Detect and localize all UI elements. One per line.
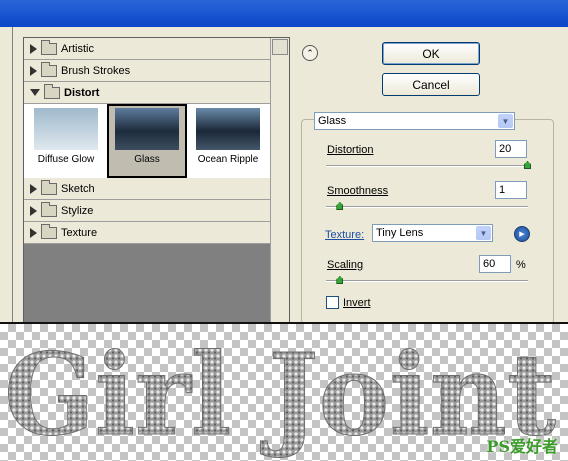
window-title-bar (0, 0, 568, 27)
smoothness-label: Smoothness (327, 185, 389, 197)
expand-triangle-icon (30, 183, 37, 194)
folder-icon (41, 201, 57, 217)
chevrons-up-icon: ⌃ (306, 47, 314, 58)
thumbnail-label: Ocean Ripple (197, 154, 259, 165)
category-label: Sketch (61, 182, 95, 195)
category-label: Brush Strokes (61, 64, 131, 77)
thumbnail-glass[interactable]: Glass (107, 104, 187, 178)
category-brush-strokes[interactable]: Brush Strokes (24, 60, 270, 82)
texture-menu-button[interactable]: ▶ (514, 226, 530, 242)
folder-icon (41, 61, 57, 77)
thumbnail-image (196, 108, 260, 150)
collapse-triangle-icon (30, 89, 40, 96)
scaling-unit: % (516, 259, 526, 271)
category-label: Stylize (61, 204, 94, 217)
folder-icon (41, 39, 57, 55)
play-arrow-icon: ▶ (519, 231, 525, 238)
invert-checkbox[interactable] (326, 296, 339, 309)
thumbnail-image (115, 108, 179, 150)
dropdown-arrow-icon: ▼ (476, 226, 491, 240)
category-distort[interactable]: Distort (24, 82, 270, 104)
filter-gallery: Artistic Brush Strokes Distort Diffuse G… (23, 37, 290, 324)
invert-label: Invert (343, 297, 371, 309)
gallery-scrollbar[interactable] (270, 38, 289, 323)
watermark-logo: PS爱好者 (486, 437, 558, 456)
folder-icon (41, 223, 57, 239)
left-panel-edge (0, 27, 13, 322)
thumbnail-label: Diffuse Glow (37, 154, 95, 165)
collapse-gallery-button[interactable]: ⌃ (302, 45, 318, 61)
category-stylize[interactable]: Stylize (24, 200, 270, 222)
category-sketch[interactable]: Sketch (24, 178, 270, 200)
distortion-label: Distortion (327, 144, 374, 156)
expand-triangle-icon (30, 43, 37, 54)
preview-artwork: Girl Joint (4, 330, 557, 461)
distortion-slider-track[interactable] (326, 165, 528, 167)
scaling-slider-track[interactable] (326, 280, 528, 282)
filter-select-value: Glass (318, 115, 347, 127)
category-artistic[interactable]: Artistic (24, 38, 270, 60)
texture-select-value: Tiny Lens (376, 227, 424, 239)
cancel-button[interactable]: Cancel (382, 73, 480, 96)
dropdown-arrow-icon: ▼ (498, 114, 513, 128)
smoothness-slider-track[interactable] (326, 206, 528, 208)
distortion-value-field[interactable]: 20 (495, 140, 527, 158)
thumbnail-label: Glass (134, 154, 160, 165)
category-label: Distort (64, 86, 100, 99)
scrollbar-thumb[interactable] (272, 39, 288, 55)
folder-icon (41, 179, 57, 195)
expand-triangle-icon (30, 227, 37, 238)
folder-open-icon (44, 83, 60, 99)
texture-label: Texture: (325, 229, 365, 241)
category-label: Artistic (61, 42, 94, 55)
category-texture[interactable]: Texture (24, 222, 270, 244)
distort-thumbnails: Diffuse Glow Glass Ocean Ripple (24, 104, 270, 178)
thumbnail-ocean-ripple[interactable]: Ocean Ripple (188, 104, 268, 178)
thumbnail-image (34, 108, 98, 150)
thumbnail-diffuse-glow[interactable]: Diffuse Glow (26, 104, 106, 178)
scaling-value-field[interactable]: 60 (479, 255, 511, 273)
scaling-label: Scaling (327, 259, 364, 271)
category-label: Texture (61, 226, 98, 239)
expand-triangle-icon (30, 205, 37, 216)
ok-button[interactable]: OK (382, 42, 480, 65)
preview-glass-text: Girl Joint (4, 330, 556, 461)
preview-canvas: Girl Joint PS爱好者 (0, 322, 568, 461)
filter-select[interactable]: Glass ▼ (314, 112, 515, 130)
texture-select[interactable]: Tiny Lens ▼ (372, 224, 493, 242)
smoothness-value-field[interactable]: 1 (495, 181, 527, 199)
expand-triangle-icon (30, 65, 37, 76)
